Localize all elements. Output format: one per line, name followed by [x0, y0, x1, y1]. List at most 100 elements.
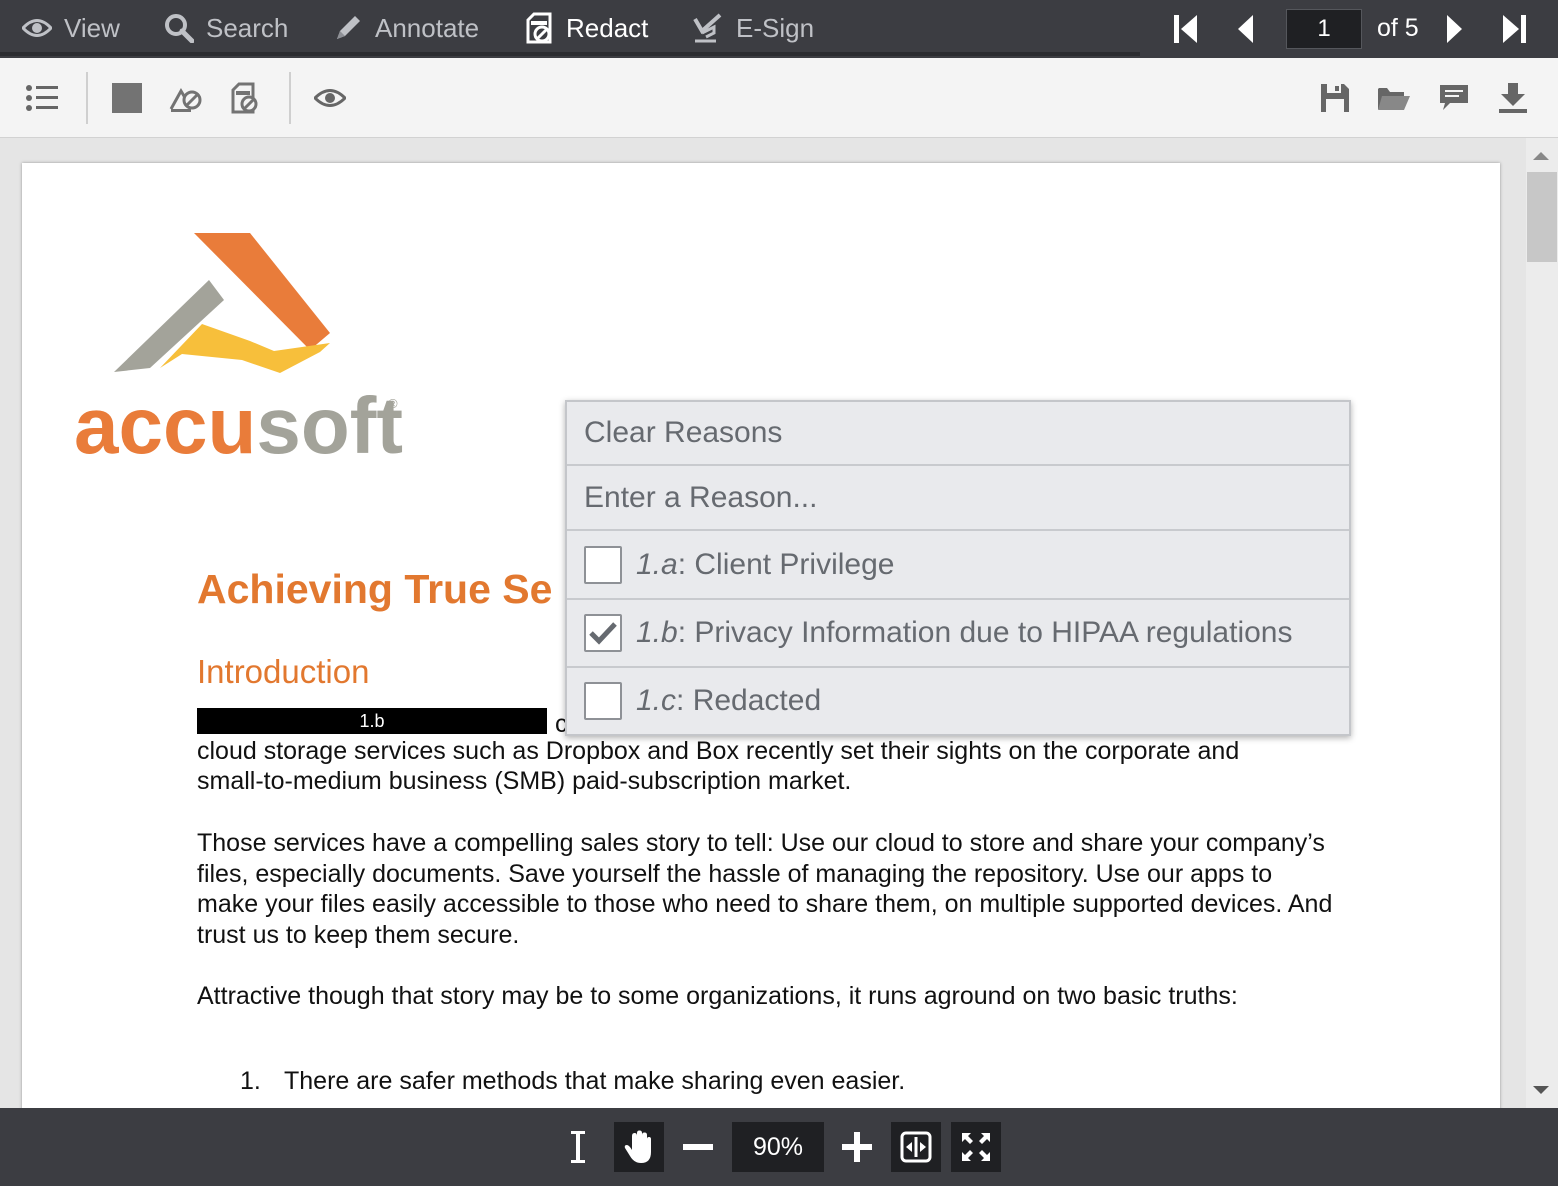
zoom-out-button[interactable] — [673, 1122, 723, 1172]
open-folder-icon — [1378, 88, 1410, 110]
minus-icon — [683, 1144, 713, 1150]
paragraph-1-line-2: cloud storage services such as Dropbox a… — [197, 737, 1240, 765]
last-page-icon — [1503, 15, 1526, 43]
previous-page-icon — [1238, 15, 1253, 43]
tab-search[interactable]: Search — [164, 0, 288, 56]
comments-button[interactable] — [1432, 76, 1476, 120]
last-page-button[interactable] — [1494, 9, 1534, 49]
download-icon — [1499, 83, 1527, 113]
fit-width-icon — [900, 1131, 932, 1163]
logo-registered-mark: ® — [388, 396, 398, 411]
fullscreen-icon — [962, 1133, 990, 1161]
download-button[interactable] — [1491, 76, 1535, 120]
eye-icon — [22, 19, 52, 37]
rectangle-redaction-button[interactable] — [105, 76, 149, 120]
tab-esign-label: E-Sign — [736, 12, 815, 43]
comment-icon — [1440, 85, 1468, 110]
tab-view-label: View — [64, 12, 120, 43]
plus-icon — [842, 1132, 872, 1162]
enter-reason-item[interactable] — [567, 466, 1349, 531]
toolbar-separator — [86, 72, 88, 124]
tab-annotate[interactable]: Annotate — [333, 0, 479, 56]
scrollbar-thumb[interactable] — [1527, 172, 1557, 262]
signature-icon — [693, 13, 722, 43]
text-cursor-icon — [571, 1131, 585, 1163]
page-redaction-button[interactable] — [224, 76, 268, 120]
document-viewer[interactable]: accusoft ® Achieving True Se Introductio… — [0, 138, 1558, 1108]
first-page-button[interactable] — [1166, 9, 1206, 49]
text-redaction-button[interactable] — [164, 76, 208, 120]
tab-esign[interactable]: E-Sign — [692, 0, 814, 56]
reason-label: Privacy Information due to HIPAA regulat… — [694, 616, 1293, 649]
zoom-level[interactable]: 90% — [732, 1122, 824, 1172]
open-button[interactable] — [1372, 76, 1416, 120]
checkmark-icon — [589, 622, 617, 645]
clear-reasons-label: Clear Reasons — [584, 416, 783, 449]
preview-eye-icon — [314, 89, 346, 107]
clear-reasons-item[interactable]: Clear Reasons — [567, 402, 1349, 466]
first-page-icon — [1174, 15, 1197, 43]
reason-label: Redacted — [692, 684, 822, 717]
tab-redact-label: Redact — [566, 12, 649, 43]
vertical-scrollbar[interactable] — [1526, 138, 1558, 1108]
list-icon — [26, 85, 58, 111]
redaction-box[interactable]: 1.b — [197, 708, 547, 734]
reason-code: 1.c — [636, 684, 677, 717]
reason-colon: : — [677, 616, 695, 649]
bottom-toolbar: 90% — [0, 1108, 1558, 1186]
scroll-up-arrow[interactable] — [1533, 152, 1549, 160]
redaction-reasons-menu: Clear Reasons 1.a: Client Privilege 1.b:… — [565, 400, 1351, 736]
accusoft-logo: accusoft ® — [74, 233, 403, 468]
list-item: 1. There are safer methods that make shar… — [240, 1067, 905, 1096]
page-redact-icon — [231, 82, 258, 114]
reason-item-1b[interactable]: 1.b: Privacy Information due to HIPAA re… — [567, 600, 1349, 668]
save-icon — [1321, 84, 1349, 112]
hand-icon — [624, 1130, 651, 1163]
previous-page-button[interactable] — [1226, 9, 1266, 49]
scroll-down-arrow[interactable] — [1533, 1086, 1549, 1094]
reason-code: 1.b — [636, 616, 678, 649]
fullscreen-button[interactable] — [951, 1122, 1001, 1172]
toolbar-separator — [289, 72, 291, 124]
reason-item-1a[interactable]: 1.a: Client Privilege — [567, 531, 1349, 600]
reason-item-1c[interactable]: 1.c: Redacted — [567, 668, 1349, 734]
paragraph-1-line-3: small-to-medium business (SMB) paid-subs… — [197, 767, 852, 795]
page-count-label: of 5 — [1377, 14, 1419, 42]
reason-label: Client Privilege — [694, 547, 895, 581]
document-title: Achieving True Se — [197, 566, 553, 612]
tab-redact[interactable]: Redact — [526, 0, 648, 56]
text-redact-icon — [169, 88, 202, 112]
fit-width-button[interactable] — [891, 1122, 941, 1172]
reason-input[interactable] — [584, 480, 1324, 515]
logo-wordmark: accusoft — [74, 381, 403, 468]
redact-icon — [526, 12, 552, 44]
tab-annotate-label: Annotate — [375, 12, 480, 43]
preview-redactions-button[interactable] — [308, 76, 352, 120]
list-item-number: 1. — [240, 1067, 261, 1095]
section-heading-introduction: Introduction — [197, 653, 370, 690]
redact-toolbar — [0, 58, 1558, 138]
search-icon — [165, 14, 194, 43]
save-button[interactable] — [1313, 76, 1357, 120]
pencil-icon — [337, 16, 360, 39]
paragraph-3: Attractive though that story may be to s… — [197, 982, 1238, 1010]
paragraph-2: Those services have a compelling sales s… — [197, 829, 1333, 949]
next-page-icon — [1447, 15, 1462, 43]
tab-search-label: Search — [206, 12, 289, 43]
rectangle-redact-icon — [112, 83, 142, 113]
pan-tool-button[interactable] — [614, 1122, 664, 1172]
redaction-list-button[interactable] — [20, 76, 64, 120]
reason-checkbox[interactable] — [584, 682, 622, 720]
next-page-button[interactable] — [1434, 9, 1474, 49]
text-select-button[interactable] — [553, 1122, 603, 1172]
reason-code: 1.a — [636, 547, 678, 581]
tab-view[interactable]: View — [22, 0, 120, 56]
reason-checkbox[interactable] — [584, 545, 622, 584]
reason-colon: : — [676, 684, 693, 717]
reason-colon: : — [677, 547, 695, 581]
main-tab-bar: View Search Annotate Redact E-Sign 1 of … — [0, 0, 1558, 58]
list-item-text: There are safer methods that make sharin… — [284, 1067, 906, 1095]
reason-checkbox-checked[interactable] — [584, 614, 622, 652]
page-number-input[interactable] — [1286, 9, 1362, 49]
zoom-in-button[interactable] — [832, 1122, 882, 1172]
